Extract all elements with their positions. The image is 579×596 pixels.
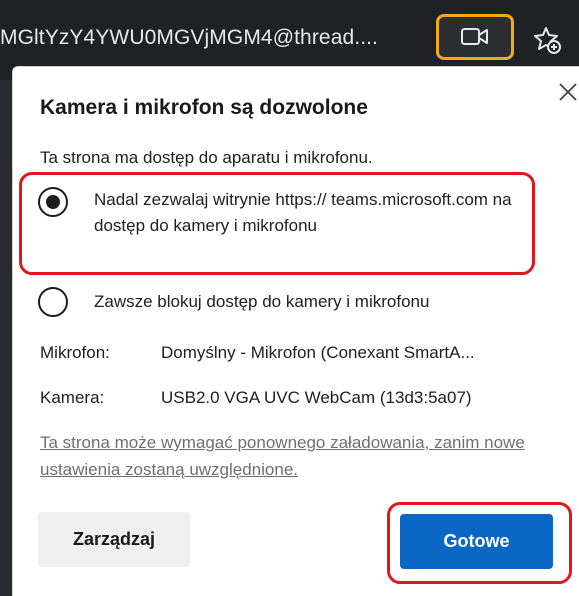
address-bar-text[interactable]: MGltYzY4YWU0MGVjMGM4@thread.... <box>0 26 432 50</box>
radio-allow[interactable] <box>38 187 68 217</box>
option-allow-label: Nadal zezwalaj witrynie https:// teams.m… <box>94 190 512 235</box>
camera-value[interactable]: USB2.0 VGA UVC WebCam (13d3:5a07) <box>161 388 472 408</box>
camera-label: Kamera: <box>40 388 105 407</box>
star-add-icon <box>534 27 561 54</box>
option-block-label: Zawsze blokuj dostęp do kamery i mikrofo… <box>94 292 430 311</box>
add-favorite-button[interactable] <box>530 22 566 58</box>
camera-permission-button[interactable] <box>436 14 514 60</box>
microphone-value[interactable]: Domyślny - Mikrofon (Conexant SmartA... <box>161 343 475 363</box>
done-button[interactable]: Gotowe <box>400 514 553 569</box>
radio-selected-dot <box>46 195 60 209</box>
reload-notice-link[interactable]: Ta strona może wymagać ponownego załadow… <box>40 429 565 483</box>
option-block[interactable]: Zawsze blokuj dostęp do kamery i mikrofo… <box>38 287 429 317</box>
option-allow[interactable]: Nadal zezwalaj witrynie https:// teams.m… <box>38 187 514 239</box>
popup-subtitle: Ta strona ma dostęp do aparatu i mikrofo… <box>40 148 373 167</box>
manage-button[interactable]: Zarządzaj <box>38 512 190 567</box>
page-background-strip <box>0 80 12 596</box>
microphone-label: Mikrofon: <box>40 343 110 362</box>
radio-block[interactable] <box>38 287 68 317</box>
video-camera-icon <box>461 28 488 45</box>
close-icon <box>559 83 577 101</box>
close-button[interactable] <box>556 80 579 104</box>
popup-title: Kamera i mikrofon są dozwolone <box>40 96 368 119</box>
